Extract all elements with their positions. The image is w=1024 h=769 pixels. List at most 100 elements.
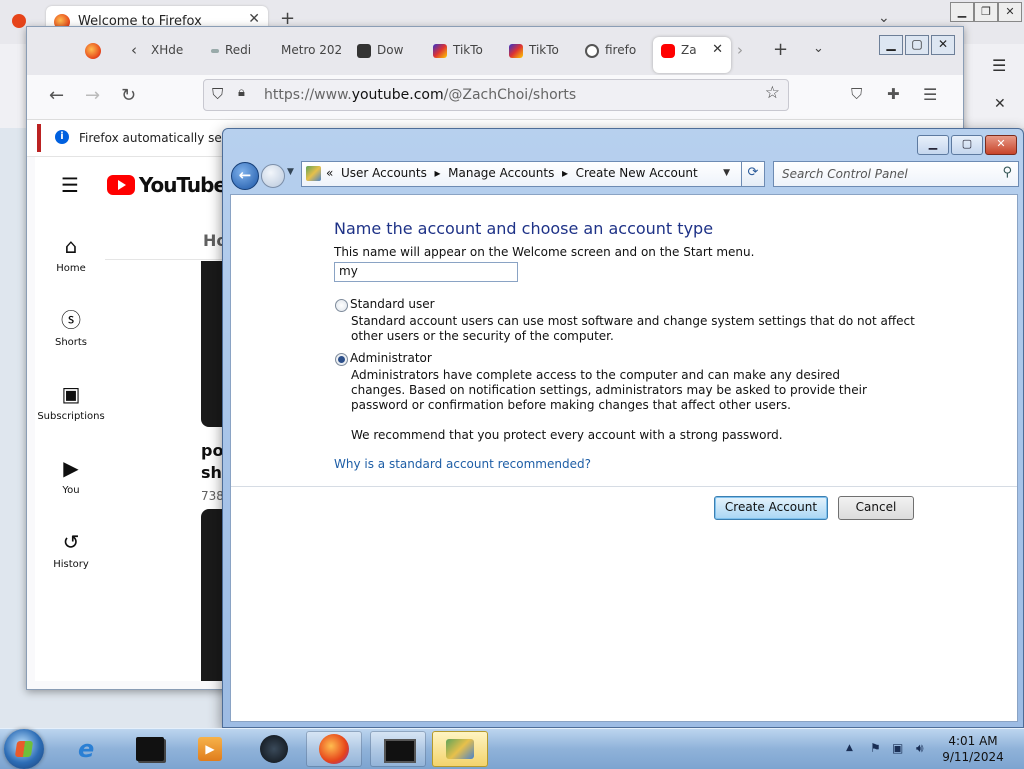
- tab-label: TikTo: [453, 43, 483, 57]
- administrator-radio[interactable]: [335, 353, 348, 366]
- tab-item[interactable]: Dow: [357, 37, 427, 73]
- cancel-button[interactable]: Cancel: [838, 496, 914, 520]
- close-tab-icon[interactable]: ✕: [712, 42, 723, 57]
- home-icon: ⌂: [64, 234, 78, 258]
- firefox-view-icon[interactable]: [85, 43, 101, 59]
- tab-label: Za: [681, 43, 697, 57]
- network-icon[interactable]: ▣: [892, 741, 903, 755]
- close-window-button[interactable]: ✕: [931, 35, 955, 55]
- list-tabs-icon[interactable]: ⌄: [813, 41, 824, 56]
- list-tabs-icon[interactable]: ⌄: [878, 10, 890, 26]
- scroll-tabs-right-icon[interactable]: ›: [737, 41, 743, 59]
- minimize-button[interactable]: ▁: [950, 2, 974, 22]
- tab-favicon-icon: [585, 43, 599, 58]
- refresh-icon[interactable]: ⟳: [741, 161, 765, 187]
- nav-history[interactable]: ↺ History: [35, 531, 107, 570]
- close-button[interactable]: ✕: [985, 135, 1017, 155]
- reload-icon[interactable]: ↻: [121, 85, 136, 106]
- clock[interactable]: 4:01 AM 9/11/2024: [932, 733, 1014, 765]
- administrator-description: Administrators have complete access to t…: [351, 368, 867, 412]
- standard-user-radio[interactable]: [335, 299, 348, 312]
- nav-shorts[interactable]: ⓢ Shorts: [35, 309, 107, 348]
- extensions-icon[interactable]: ✚: [887, 85, 900, 103]
- minimize-button[interactable]: ▁: [917, 135, 949, 155]
- nav-subscriptions[interactable]: ▣ Subscriptions: [35, 383, 107, 422]
- create-account-button[interactable]: Create Account: [714, 496, 828, 520]
- close-window-button[interactable]: ✕: [998, 2, 1022, 22]
- firefox-icon[interactable]: [12, 14, 26, 28]
- breadcrumb-user-accounts[interactable]: User Accounts: [341, 166, 427, 180]
- play-store-icon: [433, 43, 447, 58]
- taskbar-media-player[interactable]: ▶: [182, 731, 238, 767]
- search-icon[interactable]: ⚲: [1002, 165, 1012, 180]
- forward-arrow-icon[interactable]: →: [85, 85, 100, 106]
- menu-icon[interactable]: ☰: [992, 56, 1006, 75]
- close-tab-icon[interactable]: ✕: [248, 11, 260, 27]
- taskbar-internet-explorer[interactable]: e: [62, 731, 118, 767]
- clock-date: 9/11/2024: [942, 750, 1004, 764]
- tab-item[interactable]: firefo: [585, 37, 649, 73]
- bookmark-star-icon[interactable]: ☆: [765, 83, 780, 103]
- breadcrumb-create-new-account[interactable]: Create New Account: [576, 166, 698, 180]
- tab-item[interactable]: Redi: [211, 37, 271, 73]
- tab-item[interactable]: Metro 202: [281, 37, 351, 73]
- tab-item[interactable]: TikTo: [433, 37, 503, 73]
- search-box[interactable]: Search Control Panel ⚲: [773, 161, 1019, 187]
- scroll-tabs-left-icon[interactable]: ‹: [131, 41, 137, 59]
- maximize-button[interactable]: ▢: [951, 135, 983, 155]
- youtube-logo[interactable]: YouTube: [107, 173, 227, 197]
- close-notice-icon[interactable]: ✕: [994, 96, 1006, 112]
- new-tab-button[interactable]: +: [773, 39, 788, 60]
- hamburger-menu-icon[interactable]: ☰: [61, 173, 79, 197]
- tab-item[interactable]: XHde: [151, 37, 207, 73]
- control-panel-icon: [446, 739, 474, 759]
- standard-user-label[interactable]: Standard user: [350, 297, 435, 311]
- breadcrumb-manage-accounts[interactable]: Manage Accounts: [448, 166, 554, 180]
- pocket-icon[interactable]: ⛉: [851, 85, 862, 103]
- volume-icon[interactable]: 🔊︎: [916, 741, 924, 756]
- back-button[interactable]: ←: [231, 162, 259, 190]
- taskbar-terminal[interactable]: [122, 731, 178, 767]
- firefox-icon: [319, 734, 349, 764]
- page-title: Name the account and choose an account t…: [334, 219, 714, 238]
- url-path: /@ZachChoi/shorts: [443, 87, 577, 103]
- forward-button[interactable]: [261, 164, 285, 188]
- taskbar-monitor-app[interactable]: [370, 731, 426, 767]
- you-icon: ▶: [63, 456, 79, 480]
- media-player-icon: ▶: [198, 737, 222, 761]
- tab-favicon-icon: [357, 43, 371, 58]
- nav-you[interactable]: ▶ You: [35, 457, 107, 496]
- taskbar-firefox[interactable]: [306, 731, 362, 767]
- action-center-flag-icon[interactable]: ⚑: [870, 741, 881, 755]
- account-name-input[interactable]: [335, 263, 515, 279]
- shield-icon[interactable]: ⛉: [212, 85, 223, 103]
- show-hidden-icons[interactable]: ▲: [846, 743, 853, 753]
- taskbar-control-panel[interactable]: [432, 731, 488, 767]
- url-bar[interactable]: ⛉ 🔒︎ https://www.youtube.com/@ZachChoi/s…: [203, 79, 789, 111]
- tab-favicon-icon: [211, 48, 219, 53]
- address-bar[interactable]: « User Accounts ▸ Manage Accounts ▸ Crea…: [301, 161, 765, 187]
- start-button[interactable]: [4, 729, 44, 769]
- account-name-field[interactable]: [334, 262, 518, 282]
- minimize-button[interactable]: ▁: [879, 35, 903, 55]
- taskbar-obs[interactable]: [246, 731, 302, 767]
- nav-label: History: [53, 559, 89, 570]
- lock-icon[interactable]: 🔒︎: [238, 85, 245, 100]
- menu-icon[interactable]: ☰: [923, 85, 937, 104]
- shorts-icon: ⓢ: [61, 308, 81, 332]
- tab-label: TikTo: [529, 43, 559, 57]
- tab-item-active[interactable]: Za ✕: [653, 37, 731, 73]
- back-arrow-icon[interactable]: ←: [49, 85, 64, 106]
- address-dropdown-icon[interactable]: ▼: [723, 168, 730, 178]
- short-views: 738: [201, 489, 224, 503]
- standard-account-help-link[interactable]: Why is a standard account recommended?: [334, 457, 591, 471]
- maximize-button[interactable]: ▢: [905, 35, 929, 55]
- administrator-label[interactable]: Administrator: [350, 351, 432, 365]
- restore-button[interactable]: ❐: [974, 2, 998, 22]
- recent-pages-dropdown-icon[interactable]: ▼: [287, 167, 294, 177]
- tab-item[interactable]: TikTo: [509, 37, 579, 73]
- nav-home[interactable]: ⌂ Home: [35, 235, 107, 274]
- taskbar: e ▶ ▲ ⚑ ▣ 🔊︎ 4:01 AM 9/11/2024: [0, 728, 1024, 769]
- terminal-icon: [136, 737, 164, 761]
- url-text: https://www.youtube.com/@ZachChoi/shorts: [264, 87, 576, 103]
